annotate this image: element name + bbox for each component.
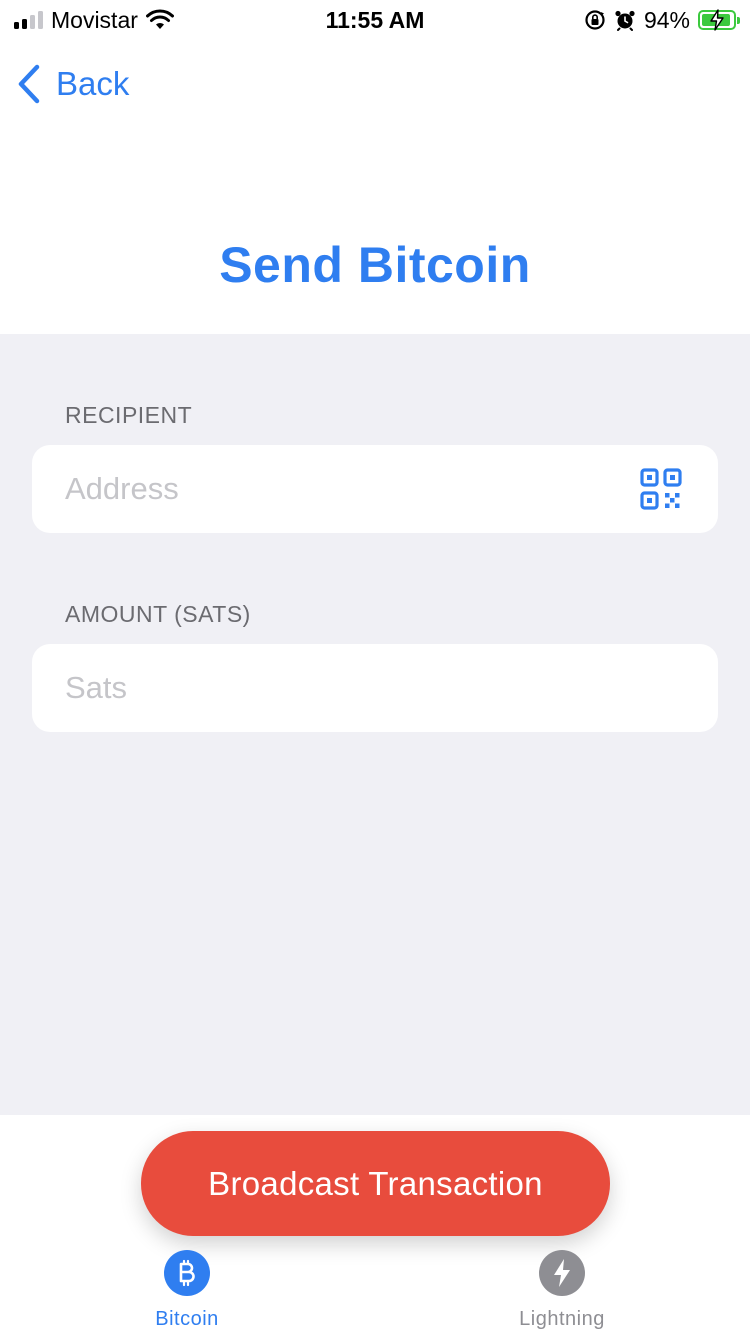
send-form: RECIPIENT AMOUNT (SATS) (0, 334, 750, 1115)
battery-charging-icon (698, 9, 740, 31)
chevron-left-icon (18, 64, 40, 104)
tab-bitcoin[interactable]: Bitcoin (117, 1250, 257, 1331)
lightning-glyph (554, 1259, 570, 1287)
orientation-lock-icon (585, 10, 605, 30)
status-right: 94% (584, 6, 740, 34)
tab-lightning[interactable]: Lightning (492, 1250, 632, 1331)
sats-input[interactable] (65, 670, 625, 706)
tab-bitcoin-label: Bitcoin (155, 1308, 219, 1330)
back-label: Back (56, 65, 130, 102)
broadcast-transaction-button[interactable]: Broadcast Transaction (141, 1131, 610, 1236)
page-title: Send Bitcoin (219, 237, 531, 293)
charging-bolt-icon (710, 9, 724, 31)
recipient-label: RECIPIENT (65, 402, 193, 428)
lightning-icon (539, 1250, 585, 1296)
amount-label: AMOUNT (SATS) (65, 601, 251, 627)
status-bar: Movistar 11:55 AM 94% (0, 0, 750, 40)
back-button[interactable]: Back (16, 62, 129, 106)
recipient-field (32, 445, 718, 533)
battery-cap (737, 17, 740, 24)
battery-percent: 94% (643, 6, 690, 33)
qr-code-icon (640, 468, 682, 510)
alarm-icon (615, 10, 635, 31)
tab-lightning-label: Lightning (519, 1308, 605, 1330)
bitcoin-glyph (179, 1259, 195, 1287)
qr-scan-button[interactable] (640, 468, 682, 510)
amount-field (32, 644, 718, 732)
bitcoin-icon (164, 1250, 210, 1296)
address-input[interactable] (65, 471, 625, 507)
